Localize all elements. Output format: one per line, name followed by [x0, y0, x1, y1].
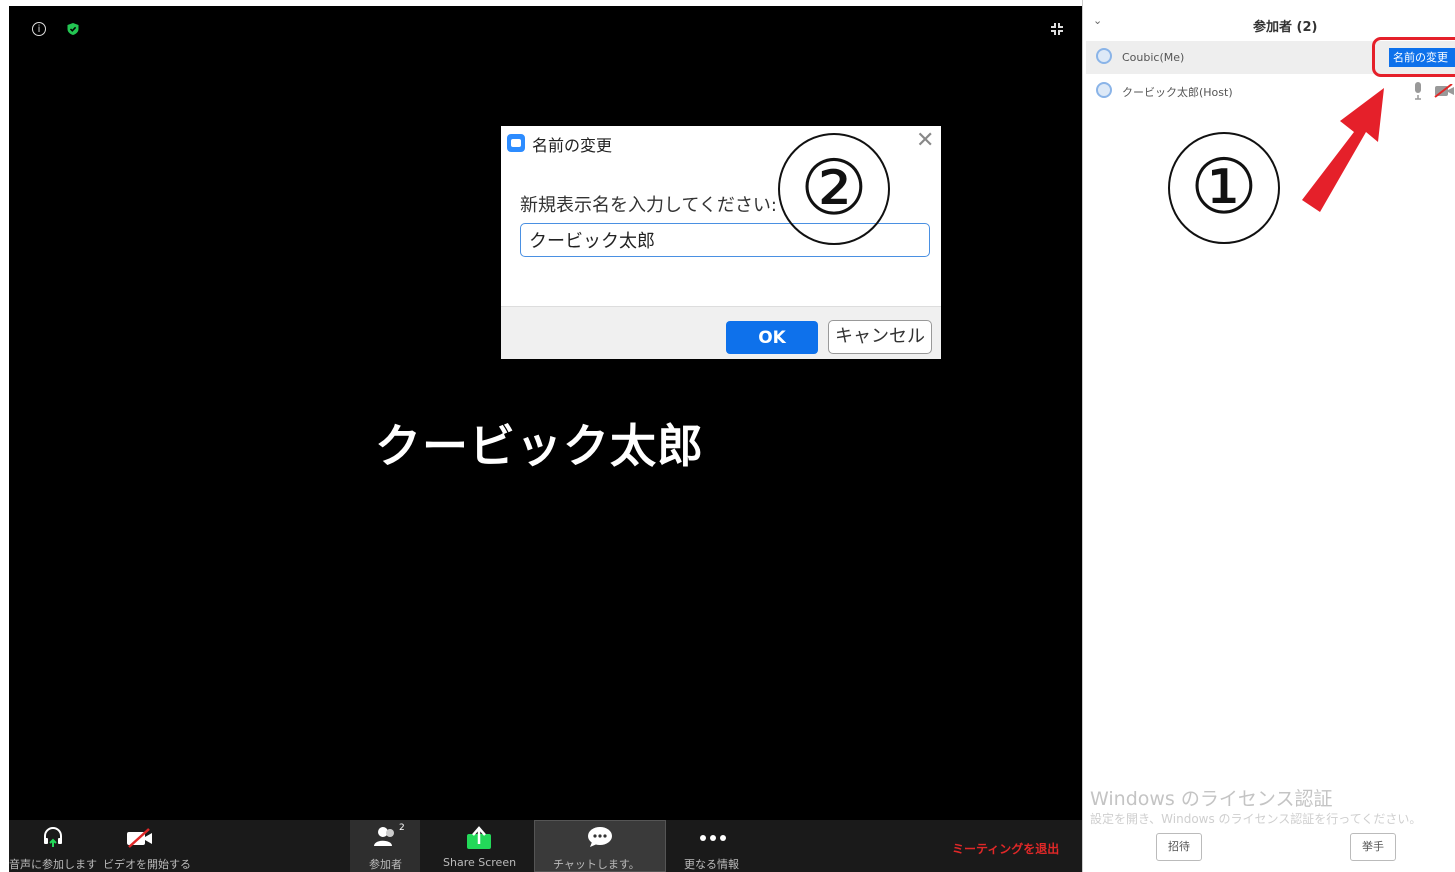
camera-off-icon [1434, 84, 1454, 98]
step-1-marker: ① [1168, 132, 1280, 244]
close-icon[interactable]: ✕ [916, 130, 934, 152]
audio-join-label[interactable]: 音声に参加します [9, 856, 97, 872]
participants-label: 参加者 [369, 858, 402, 871]
share-screen-icon[interactable] [466, 826, 492, 850]
chat-label: チャットします。 [553, 858, 640, 871]
rename-highlight-box [1372, 37, 1455, 77]
ok-button[interactable]: OK [726, 321, 818, 354]
participants-count: 2 [399, 823, 405, 833]
cancel-button[interactable]: キャンセル [828, 320, 932, 354]
invite-button[interactable]: 招待 [1156, 833, 1202, 861]
zoom-app-icon [507, 134, 525, 152]
start-video-label[interactable]: ビデオを開始する [103, 856, 191, 872]
more-icon[interactable] [699, 834, 727, 842]
step-2-marker: ② [778, 133, 890, 245]
more-label[interactable]: 更なる情報 [684, 856, 739, 872]
dialog-title: 名前の変更 [532, 136, 613, 155]
avatar [1096, 48, 1112, 64]
shield-icon[interactable] [66, 22, 80, 36]
avatar [1096, 82, 1112, 98]
dialog-prompt: 新規表示名を入力してください: [520, 195, 777, 216]
windows-activation-subtitle: 設定を開き、Windows のライセンス認証を行ってください。 [1090, 812, 1422, 826]
panel-title: 参加者 (2) [1253, 20, 1318, 35]
share-screen-label[interactable]: Share Screen [443, 856, 516, 869]
annotation-arrow-icon [1302, 88, 1384, 212]
participants-panel [1082, 0, 1455, 872]
windows-activation-title: Windows のライセンス認証 [1090, 788, 1333, 810]
headphones-icon[interactable] [41, 825, 65, 849]
participant-name: クービック太郎(Host) [1122, 86, 1233, 99]
video-off-icon[interactable] [125, 828, 155, 848]
participant-name: Coubic(Me) [1122, 51, 1185, 64]
video-display-name: クービック太郎 [375, 419, 704, 473]
fullscreen-icon[interactable] [1050, 22, 1064, 36]
raise-hand-button[interactable]: 挙手 [1350, 833, 1396, 861]
chat-icon [588, 827, 612, 847]
info-icon[interactable]: i [32, 22, 46, 36]
chevron-down-icon[interactable]: ⌄ [1093, 14, 1102, 27]
microphone-icon [1415, 82, 1421, 100]
participants-icon [374, 827, 394, 846]
leave-meeting-button[interactable]: ミーティングを退出 [952, 840, 1059, 857]
